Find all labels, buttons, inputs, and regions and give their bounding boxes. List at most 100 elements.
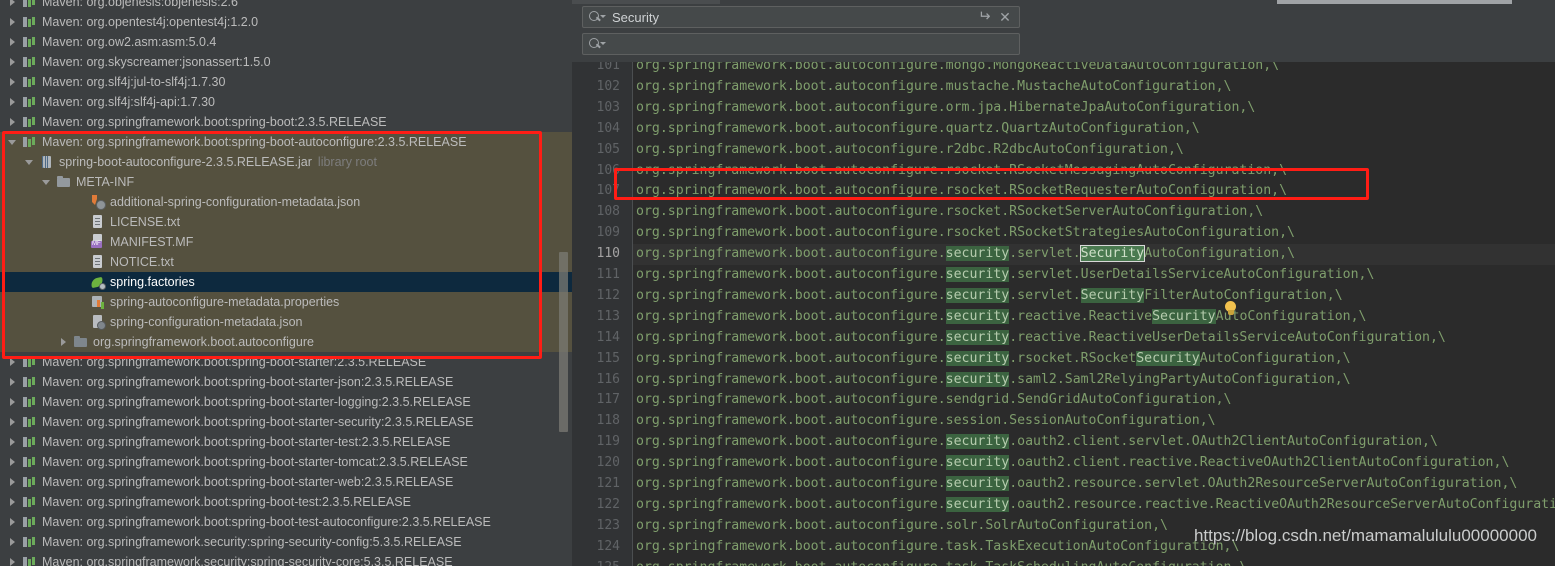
tree-row[interactable]: Maven: org.springframework.boot:spring-b… (0, 512, 572, 532)
code-line[interactable]: org.springframework.boot.autoconfigure.r… (636, 161, 1287, 182)
line-number: 117 (596, 392, 620, 408)
tree-row[interactable]: Maven: org.springframework.boot:spring-b… (0, 112, 572, 132)
tree-row[interactable]: MANIFEST.MF (0, 232, 572, 252)
tree-row[interactable]: META-INF (0, 172, 572, 192)
code-line[interactable]: org.springframework.boot.autoconfigure.r… (636, 223, 1295, 244)
chevron-right-icon[interactable] (8, 117, 19, 128)
code-line[interactable]: org.springframework.boot.autoconfigure.s… (636, 495, 1555, 516)
chevron-right-icon[interactable] (8, 557, 19, 566)
chevron-down-icon[interactable] (8, 137, 19, 148)
code-line[interactable]: org.springframework.boot.autoconfigure.m… (636, 77, 1231, 98)
chevron-right-icon[interactable] (8, 97, 19, 108)
tree-row-label: Maven: org.springframework.security:spri… (42, 555, 453, 566)
code-line[interactable]: org.springframework.boot.autoconfigure.t… (636, 537, 1239, 558)
search-match-highlight: security (945, 496, 1010, 512)
line-number: 123 (596, 517, 620, 533)
chevron-right-icon[interactable] (8, 77, 19, 88)
code-line[interactable]: org.springframework.boot.autoconfigure.s… (636, 411, 1216, 432)
tree-row[interactable]: NOTICE.txt (0, 252, 572, 272)
code-editor[interactable]: 101 org.springframework.boot.autoconfigur… (572, 62, 1555, 566)
editor-horizontal-scrollbar[interactable] (1277, 0, 1512, 4)
tree-row[interactable]: spring.factories (0, 272, 572, 292)
chevron-down-icon[interactable] (25, 157, 36, 168)
search-input[interactable]: Security ✕ (582, 6, 1020, 28)
code-line[interactable]: org.springframework.boot.autoconfigure.s… (636, 349, 1351, 370)
tree-row[interactable]: Maven: org.ow2.asm:asm:5.0.4 (0, 32, 572, 52)
chevron-right-icon[interactable] (8, 357, 19, 368)
txt-icon (90, 254, 106, 270)
code-line[interactable]: org.springframework.boot.autoconfigure.r… (636, 181, 1287, 202)
code-line[interactable]: org.springframework.boot.autoconfigure.s… (636, 432, 1438, 453)
chevron-right-icon[interactable] (8, 17, 19, 28)
chevron-right-icon[interactable] (8, 537, 19, 548)
tree-row[interactable]: Maven: org.springframework.security:spri… (0, 552, 572, 566)
chevron-right-icon[interactable] (8, 37, 19, 48)
chevron-right-icon[interactable] (8, 397, 19, 408)
tree-row[interactable]: org.springframework.boot.autoconfigure (0, 332, 572, 352)
chevron-right-icon[interactable] (8, 0, 19, 8)
chevron-right-icon[interactable] (59, 337, 70, 348)
code-line[interactable]: org.springframework.boot.autoconfigure.r… (636, 140, 1184, 161)
tree-row[interactable]: Maven: org.opentest4j:opentest4j:1.2.0 (0, 12, 572, 32)
chevron-right-icon[interactable] (8, 377, 19, 388)
tree-row[interactable]: LICENSE.txt (0, 212, 572, 232)
tree-row[interactable]: Maven: org.slf4j:jul-to-slf4j:1.7.30 (0, 72, 572, 92)
code-line[interactable]: org.springframework.boot.autoconfigure.s… (636, 453, 1509, 474)
code-line[interactable]: org.springframework.boot.autoconfigure.s… (636, 244, 1295, 265)
line-number: 105 (596, 141, 620, 157)
tree-row-label: Maven: org.springframework.boot:spring-b… (42, 115, 387, 129)
tree-row[interactable]: Maven: org.springframework.boot:spring-b… (0, 132, 572, 152)
tree-row[interactable]: additional-spring-configuration-metadata… (0, 192, 572, 212)
tree-row[interactable]: Maven: org.skyscreamer:jsonassert:1.5.0 (0, 52, 572, 72)
project-tree-scrollbar[interactable] (559, 252, 568, 432)
tree-row[interactable]: spring-configuration-metadata.json (0, 312, 572, 332)
tree-row[interactable]: spring-autoconfigure-metadata.properties (0, 292, 572, 312)
chevron-right-icon[interactable] (8, 437, 19, 448)
tree-row[interactable]: Maven: org.springframework.boot:spring-b… (0, 352, 572, 372)
code-line[interactable]: org.springframework.boot.autoconfigure.s… (636, 328, 1446, 349)
code-line[interactable]: org.springframework.boot.autoconfigure.q… (636, 119, 1200, 140)
code-line[interactable]: org.springframework.boot.autoconfigure.s… (636, 370, 1351, 391)
code-text: .oauth2.resource.reactive.ReactiveOAuth2… (1009, 496, 1555, 512)
tree-row[interactable]: Maven: org.springframework.boot:spring-b… (0, 372, 572, 392)
tree-row[interactable]: Maven: org.springframework.boot:spring-b… (0, 412, 572, 432)
replace-input[interactable] (582, 33, 1020, 55)
tree-row-label: Maven: org.skyscreamer:jsonassert:1.5.0 (42, 55, 271, 69)
close-icon[interactable]: ✕ (997, 10, 1013, 24)
lightbulb-icon[interactable] (1224, 301, 1237, 316)
tree-row[interactable]: Maven: org.springframework.boot:spring-b… (0, 472, 572, 492)
tree-row-label: Maven: org.springframework.boot:spring-b… (42, 395, 471, 409)
tree-row[interactable]: spring-boot-autoconfigure-2.3.5.RELEASE.… (0, 152, 572, 172)
tree-row[interactable]: Maven: org.springframework.boot:spring-b… (0, 492, 572, 512)
code-line[interactable]: org.springframework.boot.autoconfigure.s… (636, 265, 1374, 286)
code-text: org.springframework.boot.autoconfigure.o… (636, 99, 1256, 115)
tree-row[interactable]: Maven: org.springframework.boot:spring-b… (0, 432, 572, 452)
tree-row[interactable]: Maven: org.springframework.boot:spring-b… (0, 392, 572, 412)
chevron-down-icon[interactable] (42, 177, 53, 188)
chevron-right-icon[interactable] (8, 57, 19, 68)
new-line-icon[interactable] (973, 10, 991, 24)
tree-row-label: Maven: org.springframework.boot:spring-b… (42, 455, 468, 469)
code-line[interactable]: org.springframework.boot.autoconfigure.o… (636, 98, 1255, 119)
chevron-right-icon[interactable] (8, 477, 19, 488)
code-text: org.springframework.boot.autoconfigure.q… (636, 120, 1200, 136)
code-line[interactable]: org.springframework.boot.autoconfigure.m… (636, 62, 1279, 77)
tree-row[interactable]: Maven: org.springframework.boot:spring-b… (0, 452, 572, 472)
code-line[interactable]: org.springframework.boot.autoconfigure.t… (636, 558, 1247, 566)
tree-row[interactable]: Maven: org.springframework.security:spri… (0, 532, 572, 552)
tree-row[interactable]: Maven: org.slf4j:slf4j-api:1.7.30 (0, 92, 572, 112)
code-line[interactable]: org.springframework.boot.autoconfigure.s… (636, 474, 1517, 495)
chevron-right-icon[interactable] (8, 457, 19, 468)
code-line[interactable]: org.springframework.boot.autoconfigure.s… (636, 307, 1367, 328)
code-line[interactable]: org.springframework.boot.autoconfigure.s… (636, 390, 1231, 411)
tree-row-label: Maven: org.springframework.boot:spring-b… (42, 375, 454, 389)
txt-icon (90, 214, 106, 230)
tree-row[interactable]: Maven: org.objenesis:objenesis:2.6 (0, 0, 572, 12)
code-text: org.springframework.boot.autoconfigure.r… (636, 141, 1184, 157)
code-line[interactable]: org.springframework.boot.autoconfigure.r… (636, 202, 1263, 223)
chevron-right-icon[interactable] (8, 417, 19, 428)
code-line[interactable]: org.springframework.boot.autoconfigure.s… (636, 516, 1168, 537)
chevron-right-icon[interactable] (8, 517, 19, 528)
project-tree-panel[interactable]: Maven: org.objenesis:objenesis:2.6 Maven:… (0, 0, 572, 566)
chevron-right-icon[interactable] (8, 497, 19, 508)
